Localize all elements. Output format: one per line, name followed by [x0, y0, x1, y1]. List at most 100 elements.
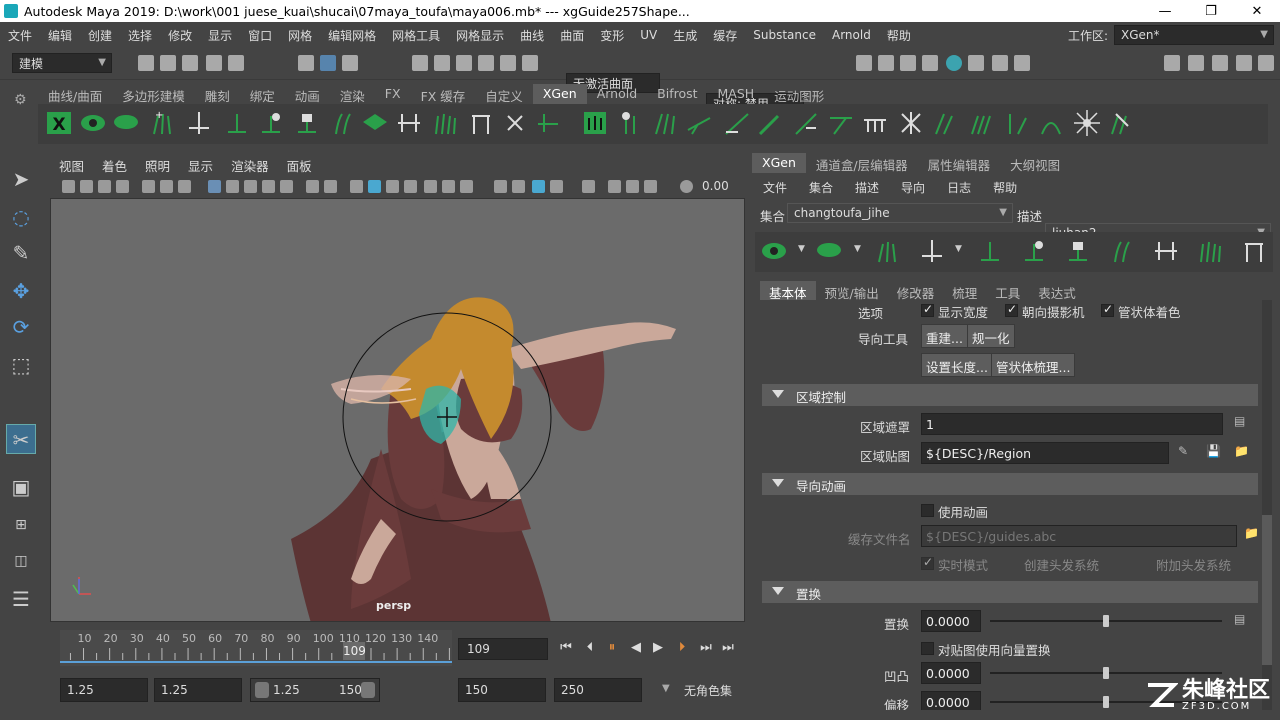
add-guide-icon[interactable]: +	[148, 108, 178, 138]
isolate-select-icon[interactable]	[582, 180, 595, 193]
default-material-icon[interactable]	[386, 180, 399, 193]
cache-file-field[interactable]: ${DESC}/guides.abc	[921, 525, 1237, 547]
region-map-field[interactable]: ${DESC}/Region	[921, 442, 1169, 464]
guide-eye-icon[interactable]	[1019, 236, 1049, 266]
gate-mask-icon[interactable]	[226, 180, 239, 193]
guides-bend-icon[interactable]	[1107, 236, 1137, 266]
play-backwards-icon[interactable]: ◀	[626, 638, 646, 658]
groom-add-icon[interactable]	[616, 108, 646, 138]
vp-menu-view[interactable]: 视图	[50, 156, 93, 175]
map-options-icon[interactable]: ▤	[1234, 612, 1245, 626]
menu-window[interactable]: 窗口	[240, 27, 280, 44]
groom-comb-icon[interactable]	[684, 108, 714, 138]
subtab-preview-output[interactable]: 预览/输出	[816, 281, 888, 301]
xgen-groom-tool-icon[interactable]: ✂	[6, 424, 36, 454]
select-tool-icon[interactable]: ➤	[6, 164, 36, 194]
curves-to-guides-icon[interactable]	[1239, 236, 1269, 266]
step-back-frame-icon[interactable]: ⏸	[602, 638, 622, 658]
groom-length-icon[interactable]	[756, 108, 786, 138]
camera-select-icon[interactable]	[62, 180, 75, 193]
guide-tool-icon[interactable]	[975, 236, 1005, 266]
render-settings-icon[interactable]	[900, 55, 916, 71]
play-icon[interactable]	[992, 55, 1008, 71]
shelf-tab-xgen[interactable]: XGen	[532, 84, 587, 104]
guide-eye-icon[interactable]	[256, 108, 286, 138]
vp-menu-shading[interactable]: 着色	[93, 156, 136, 175]
menu-help[interactable]: 帮助	[879, 27, 919, 44]
live-mode-checkbox[interactable]	[921, 555, 934, 570]
groom-smooth-icon[interactable]	[722, 108, 752, 138]
menu-cache[interactable]: 缓存	[705, 27, 745, 44]
step-forward-frame-icon[interactable]: ⏵	[672, 638, 692, 658]
guide-export-icon[interactable]	[534, 108, 564, 138]
field-chart-icon[interactable]	[244, 180, 257, 193]
rotate-tool-icon[interactable]: ⟳	[6, 312, 36, 342]
guide-tool-icon[interactable]	[222, 108, 252, 138]
visibility-eye-icon[interactable]	[78, 108, 108, 138]
region-control-section[interactable]: 区域控制	[762, 384, 1258, 406]
arnold-render-icon[interactable]	[946, 55, 962, 71]
menu-surfaces[interactable]: 曲面	[552, 27, 592, 44]
save-icon[interactable]: 💾	[1206, 444, 1221, 458]
displace-slider-handle[interactable]	[1103, 615, 1109, 627]
four-view-layout-icon[interactable]: ⊞	[6, 510, 36, 540]
tube-shade-checkbox[interactable]	[1101, 302, 1114, 317]
camera-attr-icon[interactable]	[80, 180, 93, 193]
folder-icon[interactable]: 📁	[1234, 444, 1249, 458]
move-guide-icon[interactable]	[184, 108, 214, 138]
menu-edit-mesh[interactable]: 编辑网格	[320, 27, 384, 44]
folder-icon[interactable]: 📁	[1244, 526, 1259, 540]
smooth-shade-icon[interactable]	[368, 180, 381, 193]
grid-icon[interactable]	[142, 180, 155, 193]
collection-dropdown[interactable]: changtoufa_jihe ▼	[787, 203, 1013, 223]
menu-display[interactable]: 显示	[200, 27, 240, 44]
subtab-primitives[interactable]: 基本体	[760, 281, 816, 301]
shelf-tab-bifrost[interactable]: Bifrost	[647, 84, 707, 104]
snap-curve-icon[interactable]	[434, 55, 450, 71]
range-slider[interactable]: 1.25 150	[250, 678, 380, 702]
menu-arnold[interactable]: Arnold	[824, 28, 879, 42]
normalize-button[interactable]: 规一化	[967, 324, 1015, 348]
move-guide-icon[interactable]	[917, 236, 947, 266]
xgen-menu-file[interactable]: 文件	[752, 179, 798, 196]
exposure-icon[interactable]	[680, 180, 693, 193]
lasso-tool-icon[interactable]: ◌	[6, 202, 36, 232]
bookmark-icon[interactable]	[98, 180, 111, 193]
guide-scale-icon[interactable]	[1151, 236, 1181, 266]
xray-icon[interactable]	[424, 180, 437, 193]
xgen-menu-help[interactable]: 帮助	[982, 179, 1028, 196]
guides-plane-icon[interactable]	[360, 108, 390, 138]
menu-modify[interactable]: 修改	[160, 27, 200, 44]
menu-curves[interactable]: 曲线	[512, 27, 552, 44]
shelf-gear-icon[interactable]: ⚙	[14, 92, 27, 108]
xgen-menu-log[interactable]: 日志	[936, 179, 982, 196]
ipr-render-icon[interactable]	[878, 55, 894, 71]
lights-icon[interactable]	[442, 180, 455, 193]
current-frame-field[interactable]: 109	[458, 638, 548, 660]
tube-comb-button[interactable]: 管状体梳理...	[991, 353, 1076, 377]
two-view-layout-icon[interactable]: ◫	[6, 546, 36, 576]
playback-start-field[interactable]: 1.25	[154, 678, 242, 702]
groom-editor-icon[interactable]	[580, 108, 610, 138]
animation-start-field[interactable]: 1.25	[60, 678, 148, 702]
groom-density-icon[interactable]	[966, 108, 996, 138]
curves-to-guides-icon[interactable]	[466, 108, 496, 138]
show-width-checkbox[interactable]	[921, 302, 934, 317]
exposure-value[interactable]: 0.00	[702, 179, 729, 193]
snap-surface-icon[interactable]	[500, 55, 516, 71]
go-to-start-icon[interactable]: ⏮	[556, 638, 576, 658]
shelf-tab-mash[interactable]: MASH	[708, 84, 765, 104]
xray-active-icon[interactable]	[626, 180, 639, 193]
frame-all-icon[interactable]	[644, 180, 657, 193]
use-animation-checkbox[interactable]	[921, 504, 934, 517]
paint-select-tool-icon[interactable]: ✎	[6, 238, 36, 268]
menu-uv[interactable]: UV	[632, 28, 665, 42]
offset-slider-handle[interactable]	[1103, 696, 1109, 708]
scale-tool-icon[interactable]: ⬚	[6, 350, 36, 380]
menu-create[interactable]: 创建	[80, 27, 120, 44]
xgen-menu-description[interactable]: 描述	[844, 179, 890, 196]
menu-mesh[interactable]: 网格	[280, 27, 320, 44]
snap-grid-icon[interactable]	[412, 55, 428, 71]
step-back-key-icon[interactable]: ⏴	[580, 638, 600, 658]
wireframe-icon[interactable]	[208, 180, 221, 193]
